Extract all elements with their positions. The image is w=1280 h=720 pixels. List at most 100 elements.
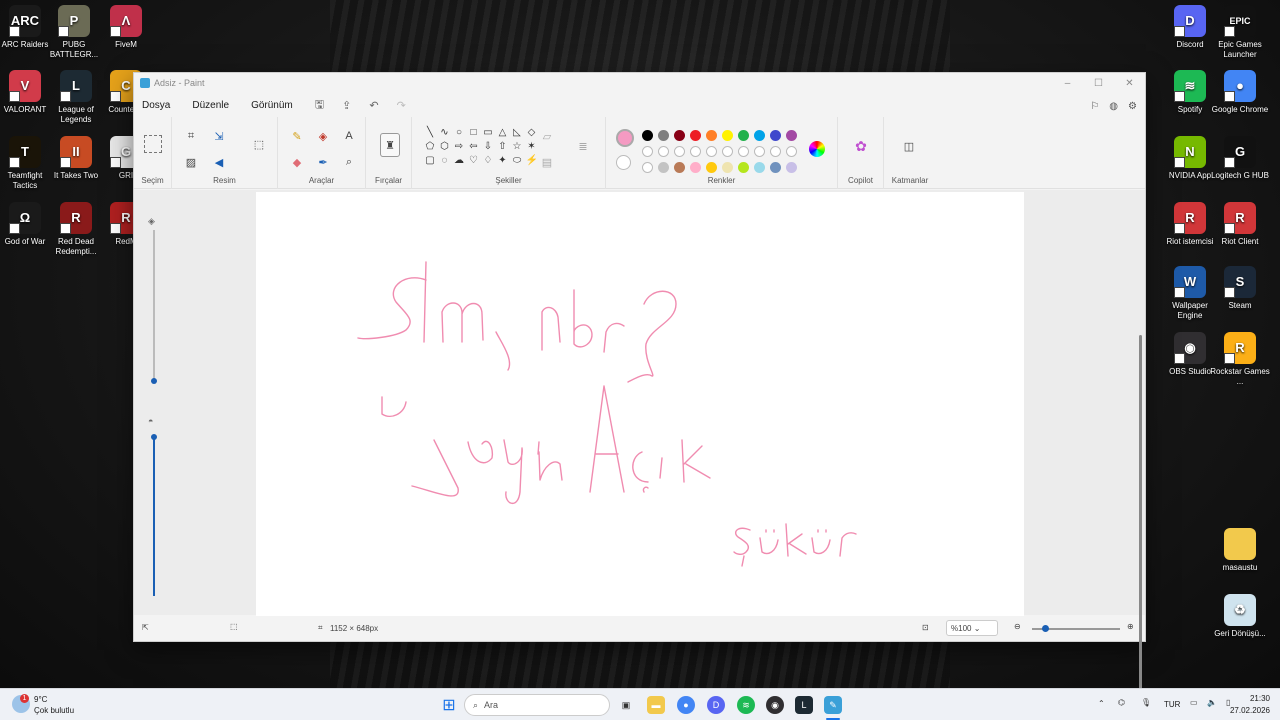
shape-6-icon[interactable]: △: [497, 127, 509, 138]
zoom-out-icon[interactable]: ⊖: [1014, 622, 1021, 631]
flip-icon[interactable]: ◀: [212, 155, 226, 169]
shape-18-icon[interactable]: ◌: [439, 155, 451, 166]
color-swatch[interactable]: [786, 162, 797, 173]
shape-2-icon[interactable]: ∿: [439, 127, 451, 138]
outline-icon[interactable]: ▱: [540, 129, 554, 143]
custom-color-slot[interactable]: [786, 146, 797, 157]
color-swatch[interactable]: [738, 130, 749, 141]
maximize-button[interactable]: ☐: [1083, 73, 1114, 93]
spotify-icon[interactable]: ≋: [737, 696, 755, 714]
fill-icon[interactable]: ◈: [316, 129, 330, 143]
color-swatch[interactable]: [642, 130, 653, 141]
zoom-slider-thumb[interactable]: [1042, 625, 1049, 632]
shape-fill-icon[interactable]: ▤: [540, 155, 554, 169]
undo-icon[interactable]: ↶: [369, 99, 378, 112]
resize-icon[interactable]: ⇲: [212, 129, 226, 143]
custom-color-slot[interactable]: [690, 146, 701, 157]
size-slider[interactable]: [153, 230, 155, 380]
custom-color-slot[interactable]: [754, 146, 765, 157]
menu-gorunum[interactable]: Görünüm: [251, 100, 293, 111]
color-picker-icon[interactable]: ✒: [316, 155, 330, 169]
text-icon[interactable]: A: [342, 129, 356, 143]
secondary-color-swatch[interactable]: [616, 155, 631, 170]
brush-icon[interactable]: ♜: [380, 133, 400, 157]
shape-23-icon[interactable]: ⬭: [511, 155, 523, 166]
chrome-icon[interactable]: ●: [677, 696, 695, 714]
desktop-icon-logitech-g-hub[interactable]: G Logitech G HUB: [1210, 136, 1270, 181]
color-swatch[interactable]: [674, 130, 685, 141]
crop-icon[interactable]: ⌗: [184, 129, 198, 143]
primary-color-swatch[interactable]: [616, 129, 634, 147]
desktop-icon-rockstar-games[interactable]: R Rockstar Games ...: [1210, 332, 1270, 387]
color-swatch[interactable]: [786, 130, 797, 141]
network-tray-icon[interactable]: ⌬: [1118, 698, 1125, 707]
custom-color-slot[interactable]: [706, 146, 717, 157]
drawing-canvas[interactable]: [256, 192, 1024, 616]
shape-17-icon[interactable]: ▢: [424, 155, 436, 166]
shape-24-icon[interactable]: ⚡: [526, 155, 538, 166]
magnifier-icon[interactable]: ⌕: [342, 155, 356, 169]
shape-15-icon[interactable]: ☆: [511, 141, 523, 152]
shape-11-icon[interactable]: ⇨: [453, 141, 465, 152]
shape-22-icon[interactable]: ✦: [497, 155, 509, 166]
shape-14-icon[interactable]: ⇧: [497, 141, 509, 152]
paint-taskbar-icon[interactable]: ✎: [824, 696, 842, 714]
shape-13-icon[interactable]: ⇩: [482, 141, 494, 152]
color-swatch[interactable]: [706, 162, 717, 173]
edit-colors-icon[interactable]: [809, 141, 825, 157]
save-icon[interactable]: 🖫: [315, 96, 324, 115]
custom-color-slot[interactable]: [722, 146, 733, 157]
custom-color-slot[interactable]: [770, 146, 781, 157]
shape-12-icon[interactable]: ⇦: [468, 141, 480, 152]
selection-icon[interactable]: [144, 135, 162, 153]
taskbar-search[interactable]: ⌕ Ara: [464, 694, 610, 716]
color-swatch[interactable]: [674, 162, 685, 173]
desktop-icon-steam[interactable]: S Steam: [1210, 266, 1270, 311]
shape-8-icon[interactable]: ◇: [526, 127, 538, 138]
desktop-icon-masaustu[interactable]: masaustu: [1210, 528, 1270, 573]
desktop-icon-riot-client[interactable]: R Riot Client: [1210, 202, 1270, 247]
shape-1-icon[interactable]: ╲: [424, 127, 436, 138]
volume-icon[interactable]: 🔈: [1207, 698, 1217, 707]
shape-5-icon[interactable]: ▭: [482, 127, 494, 138]
shape-4-icon[interactable]: □: [468, 127, 480, 138]
feedback-icon[interactable]: ⚐: [1090, 101, 1099, 112]
settings-gear-icon[interactable]: ⚙: [1128, 101, 1137, 112]
color-swatch[interactable]: [770, 162, 781, 173]
rotate-icon[interactable]: ▨: [184, 155, 198, 169]
scrollbar-thumb[interactable]: [1139, 335, 1142, 700]
desktop-icon-epic-games-launcher[interactable]: EPIC Epic Games Launcher: [1210, 5, 1270, 60]
close-button[interactable]: ✕: [1114, 73, 1145, 93]
desktop-icon-google-chrome[interactable]: ● Google Chrome: [1210, 70, 1270, 115]
zoom-select[interactable]: %100 ⌄: [946, 620, 998, 636]
shape-21-icon[interactable]: ♢: [482, 155, 494, 166]
color-swatch[interactable]: [642, 162, 653, 173]
color-swatch[interactable]: [722, 130, 733, 141]
pencil-icon[interactable]: ✎: [290, 129, 304, 143]
desktop-icon-geri-d-n[interactable]: ♻ Geri Dönüşü...: [1210, 594, 1270, 639]
color-swatch[interactable]: [722, 162, 733, 173]
color-swatch[interactable]: [690, 162, 701, 173]
display-tray-icon[interactable]: ▭: [1190, 698, 1198, 707]
task-view-icon[interactable]: ▣: [617, 696, 635, 714]
eraser-icon[interactable]: ◆: [290, 155, 304, 169]
custom-color-slot[interactable]: [642, 146, 653, 157]
shape-10-icon[interactable]: ⬡: [439, 141, 451, 152]
shape-7-icon[interactable]: ◺: [511, 127, 523, 138]
color-swatch[interactable]: [754, 162, 765, 173]
redo-icon[interactable]: ↷: [397, 99, 406, 112]
shape-9-icon[interactable]: ⬠: [424, 141, 436, 152]
language-indicator[interactable]: TUR: [1164, 700, 1180, 709]
vertical-scrollbar[interactable]: [1137, 310, 1143, 720]
color-swatch[interactable]: [770, 130, 781, 141]
file-explorer-icon[interactable]: ▬: [647, 696, 665, 714]
shape-3-icon[interactable]: ○: [453, 127, 465, 138]
color-swatch[interactable]: [754, 130, 765, 141]
custom-color-slot[interactable]: [658, 146, 669, 157]
menu-duzenle[interactable]: Düzenle: [192, 100, 229, 111]
color-swatch[interactable]: [658, 162, 669, 173]
layers-icon[interactable]: ◫: [902, 139, 916, 153]
desktop-icon-fivem[interactable]: Λ FiveM: [96, 5, 156, 50]
custom-color-slot[interactable]: [738, 146, 749, 157]
menu-dosya[interactable]: Dosya: [142, 100, 170, 111]
